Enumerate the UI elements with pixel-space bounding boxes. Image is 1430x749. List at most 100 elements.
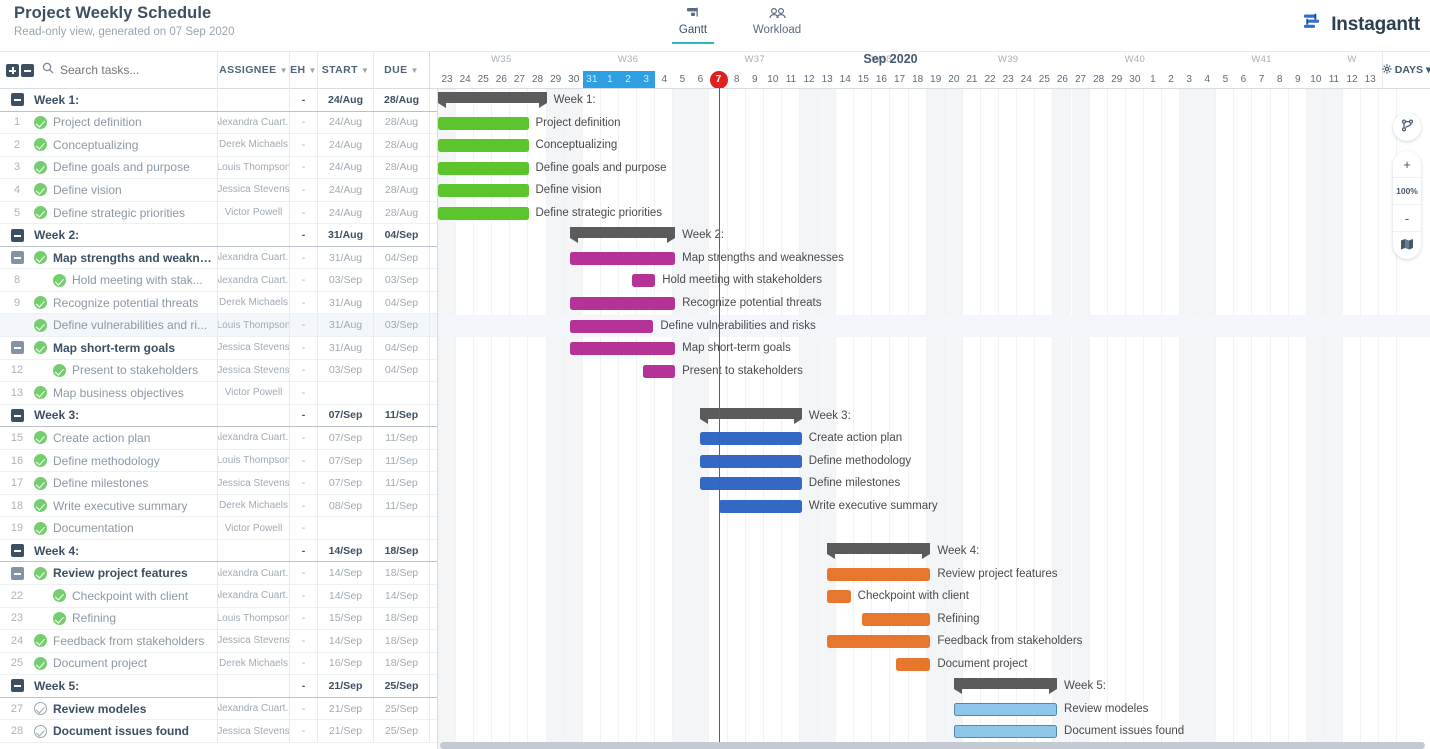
chart-row[interactable]: Create action plan	[438, 427, 1430, 450]
day-cell[interactable]: 11	[782, 71, 800, 89]
row-collapse-toggle[interactable]	[11, 544, 24, 557]
task-bar[interactable]	[643, 365, 676, 378]
day-cell[interactable]: 12	[800, 71, 818, 89]
column-header-start[interactable]: START ▼	[318, 52, 374, 89]
task-bar[interactable]	[954, 725, 1057, 738]
table-row[interactable]: 5Define strategic prioritiesVictor Powel…	[0, 202, 437, 225]
task-complete-icon[interactable]	[34, 499, 47, 512]
day-cell[interactable]: 1	[1144, 71, 1162, 89]
chart-row[interactable]: Week 3:	[438, 405, 1430, 428]
chart-row[interactable]: Conceptualizing	[438, 134, 1430, 157]
table-row[interactable]: 9Recognize potential threatsDerek Michae…	[0, 292, 437, 315]
table-row[interactable]: Review project featuresAlexandra Cuart..…	[0, 562, 437, 585]
task-name-cell[interactable]: Refining	[34, 608, 218, 630]
task-bar[interactable]	[700, 455, 801, 468]
task-name-cell[interactable]: Map business objectives	[34, 382, 218, 404]
row-collapse-toggle[interactable]	[11, 679, 24, 692]
chart-row[interactable]: Define vision	[438, 179, 1430, 202]
table-group-row[interactable]: Week 2:-31/Aug04/Sep	[0, 224, 437, 247]
day-cell[interactable]: 4	[1198, 71, 1216, 89]
task-complete-icon[interactable]	[34, 319, 47, 332]
task-bar[interactable]	[700, 432, 801, 445]
brand[interactable]: Instagantt	[1302, 12, 1420, 37]
task-bar[interactable]	[570, 297, 675, 310]
chart-row[interactable]: Define strategic priorities	[438, 202, 1430, 225]
task-bar[interactable]	[954, 703, 1057, 716]
task-bar[interactable]	[570, 320, 653, 333]
table-row[interactable]: 25Document projectDerek Michaels-16/Sep1…	[0, 653, 437, 676]
task-name-cell[interactable]: Map strengths and weakne...	[34, 247, 218, 269]
day-cell[interactable]: 12	[1343, 71, 1361, 89]
summary-bar[interactable]	[438, 92, 547, 103]
task-name-cell[interactable]: Document project	[34, 653, 218, 675]
task-complete-icon[interactable]	[34, 634, 47, 647]
table-group-row[interactable]: Week 5:-21/Sep25/Sep	[0, 675, 437, 698]
task-name-cell[interactable]: Week 1:	[34, 89, 218, 111]
table-row[interactable]: 2ConceptualizingDerek Michaels-24/Aug28/…	[0, 134, 437, 157]
task-bar[interactable]	[632, 274, 656, 287]
task-complete-icon[interactable]	[34, 206, 47, 219]
day-cell[interactable]: 24	[456, 71, 474, 89]
task-name-cell[interactable]: Document issues found	[34, 720, 218, 742]
task-name-cell[interactable]: Checkpoint with client	[34, 585, 218, 607]
day-cell[interactable]: 16	[872, 71, 890, 89]
task-name-cell[interactable]: Define milestones	[34, 472, 218, 494]
column-header-due[interactable]: DUE ▼	[374, 52, 430, 89]
day-cell[interactable]: 9	[1289, 71, 1307, 89]
summary-bar[interactable]	[700, 408, 801, 419]
task-name-cell[interactable]: Define goals and purpose	[34, 157, 218, 179]
chart-row[interactable]	[438, 382, 1430, 405]
day-cell[interactable]: 1	[601, 71, 619, 89]
chart-row[interactable]: Map strengths and weaknesses	[438, 247, 1430, 270]
chart-row[interactable]: Present to stakeholders	[438, 360, 1430, 383]
day-cell[interactable]: 10	[764, 71, 782, 89]
search-input[interactable]	[60, 63, 200, 77]
chart-row[interactable]: Map short-term goals	[438, 337, 1430, 360]
zoom-out-button[interactable]: -	[1393, 205, 1421, 232]
search-cell[interactable]	[34, 52, 218, 89]
day-cell[interactable]: 13	[818, 71, 836, 89]
day-cell[interactable]: 30	[565, 71, 583, 89]
table-row[interactable]: Define vulnerabilities and ri...Louis Th…	[0, 314, 437, 337]
task-complete-icon[interactable]	[34, 116, 47, 129]
chart-row[interactable]: Define goals and purpose	[438, 157, 1430, 180]
task-name-cell[interactable]: Create action plan	[34, 427, 218, 449]
task-name-cell[interactable]: Recognize potential threats	[34, 292, 218, 314]
day-cell[interactable]: 3	[1180, 71, 1198, 89]
task-name-cell[interactable]: Week 4:	[34, 540, 218, 562]
day-cell[interactable]: 10	[1307, 71, 1325, 89]
table-row[interactable]: Map short-term goalsJessica Stevens-31/A…	[0, 337, 437, 360]
chart-row[interactable]: Review modeles	[438, 698, 1430, 721]
chart-row[interactable]: Recognize potential threats	[438, 292, 1430, 315]
day-cell[interactable]: 26	[1053, 71, 1071, 89]
table-row[interactable]: 17Define milestonesJessica Stevens-07/Se…	[0, 472, 437, 495]
day-cell[interactable]: 31	[583, 71, 601, 89]
table-row[interactable]: 22Checkpoint with clientAlexandra Cuart.…	[0, 585, 437, 608]
task-complete-icon[interactable]	[34, 454, 47, 467]
chart-row[interactable]: Week 2:	[438, 224, 1430, 247]
chart-row[interactable]: Checkpoint with client	[438, 585, 1430, 608]
row-collapse-toggle[interactable]	[11, 341, 24, 354]
task-complete-icon[interactable]	[53, 364, 66, 377]
task-complete-icon[interactable]	[34, 522, 47, 535]
task-complete-icon[interactable]	[53, 612, 66, 625]
task-bar[interactable]	[438, 162, 529, 175]
task-bar[interactable]	[700, 477, 801, 490]
chart-row[interactable]: Project definition	[438, 112, 1430, 135]
tab-workload[interactable]: Workload	[746, 6, 808, 42]
collapse-all-button[interactable]	[21, 64, 34, 77]
chart-row[interactable]: Define vulnerabilities and risks	[438, 315, 1430, 338]
day-cell[interactable]: 7	[1253, 71, 1271, 89]
table-row[interactable]: 18Write executive summaryDerek Michaels-…	[0, 495, 437, 518]
chart-row[interactable]: Week 4:	[438, 540, 1430, 563]
table-row[interactable]: 27Review modelesAlexandra Cuart...-21/Se…	[0, 698, 437, 721]
task-name-cell[interactable]: Week 2:	[34, 224, 218, 246]
table-row[interactable]: 4Define visionJessica Stevens-24/Aug28/A…	[0, 179, 437, 202]
day-cell[interactable]: 2	[619, 71, 637, 89]
task-complete-icon[interactable]	[34, 567, 47, 580]
task-name-cell[interactable]: Define methodology	[34, 450, 218, 472]
day-cell[interactable]: 19	[927, 71, 945, 89]
day-cell[interactable]: 13	[1361, 71, 1379, 89]
tab-gantt[interactable]: Gantt	[662, 6, 724, 42]
task-complete-icon[interactable]	[34, 296, 47, 309]
